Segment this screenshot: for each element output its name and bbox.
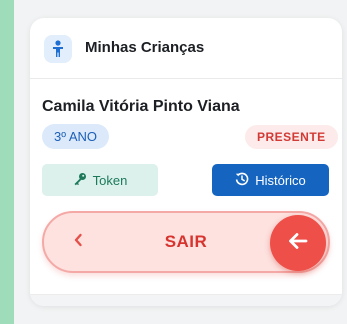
children-card: Minhas Crianças Camila Vitória Pinto Via… [30, 18, 342, 306]
card-header: Minhas Crianças [30, 18, 342, 79]
child-name: Camila Vitória Pinto Viana [42, 98, 240, 115]
exit-slider[interactable]: SAIR [42, 211, 330, 273]
token-label: Token [92, 172, 128, 188]
status-badge: PRESENTE [245, 125, 338, 149]
child-icon [44, 35, 72, 63]
history-button[interactable]: Histórico [212, 164, 329, 196]
token-button[interactable]: Token [42, 164, 158, 196]
history-label: Histórico [255, 172, 306, 188]
card-title: Minhas Crianças [85, 39, 205, 56]
key-icon [73, 172, 87, 189]
card-footer [30, 294, 342, 306]
arrow-left-icon [287, 231, 309, 256]
grade-badge: 3º ANO [42, 124, 110, 149]
exit-slider-handle[interactable] [270, 215, 326, 271]
history-icon [235, 172, 249, 189]
